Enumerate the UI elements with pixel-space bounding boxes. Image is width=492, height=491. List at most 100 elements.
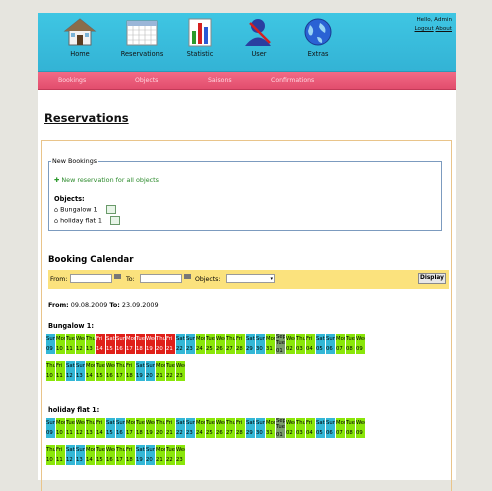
calendar-day-cell[interactable]: Sun 20 [146, 361, 156, 381]
calendar-day-cell[interactable]: Fri 04 [306, 418, 316, 438]
calendar-day-cell[interactable]: Sat 05 [316, 334, 326, 354]
calendar-day-cell[interactable]: Sun 20 [146, 445, 156, 465]
calendar-day-cell[interactable]: Wed12 [76, 418, 86, 438]
calendar-day-cell[interactable]: Sun 09 [46, 334, 56, 354]
calendar-day-cell[interactable]: Sun 16 [116, 418, 126, 438]
nav-reservations[interactable]: Reservations [114, 17, 170, 58]
calendar-day-cell[interactable]: Fri 14 [96, 334, 106, 354]
calendar-day-cell[interactable]: Fri 21 [166, 334, 176, 354]
calendar-day-cell[interactable]: Fri 14 [96, 418, 106, 438]
calendar-day-cell[interactable]: Wed02 [286, 418, 296, 438]
calendar-day-cell[interactable]: Mon21 [156, 361, 166, 381]
calendar-day-cell[interactable]: Sat 15 [106, 418, 116, 438]
calendar-day-cell[interactable]: Wed16 [106, 445, 116, 465]
subnav-confirmations[interactable]: Confirmations [271, 77, 314, 84]
calendar-day-cell[interactable]: Sep Tue 01 [276, 418, 286, 438]
subnav-bookings[interactable]: Bookings [58, 77, 86, 84]
calendar-day-cell[interactable]: Thu 13 [86, 418, 96, 438]
calendar-day-cell[interactable]: Thu 03 [296, 418, 306, 438]
calendar-day-cell[interactable]: Mon21 [156, 445, 166, 465]
calendar-day-cell[interactable]: Sat 19 [136, 445, 146, 465]
about-link[interactable]: About [435, 26, 452, 32]
nav-statistic[interactable]: Statistic [172, 17, 228, 58]
calendar-day-cell[interactable]: Tue 15 [96, 445, 106, 465]
calendar-day-cell[interactable]: Sun 30 [256, 334, 266, 354]
nav-home[interactable]: Home [52, 17, 108, 58]
display-button[interactable]: Display [418, 273, 446, 284]
calendar-day-cell[interactable]: Thu 10 [46, 445, 56, 465]
subnav-saisons[interactable]: Saisons [208, 77, 232, 84]
calendar-day-cell[interactable]: Sun 13 [76, 445, 86, 465]
calendar-day-cell[interactable]: Wed16 [106, 361, 116, 381]
nav-extras[interactable]: Extras [290, 17, 346, 58]
calendar-day-cell[interactable]: Sun 23 [186, 418, 196, 438]
object-item[interactable]: ⌂ holiday flat 1 [54, 216, 120, 225]
calendar-day-cell[interactable]: Mon10 [56, 418, 66, 438]
calendar-day-cell[interactable]: Sat 29 [246, 418, 256, 438]
calendar-day-cell[interactable]: Sat 15 [106, 334, 116, 354]
calendar-day-cell[interactable]: Fri 11 [56, 445, 66, 465]
calendar-day-cell[interactable]: Wed19 [146, 418, 156, 438]
calendar-day-cell[interactable]: Wed23 [176, 361, 186, 381]
calendar-day-cell[interactable]: Sat 22 [176, 418, 186, 438]
calendar-day-cell[interactable]: Sun 16 [116, 334, 126, 354]
calendar-day-cell[interactable]: Tue 18 [136, 418, 146, 438]
calendar-day-cell[interactable]: Wed23 [176, 445, 186, 465]
calendar-day-cell[interactable]: Sat 29 [246, 334, 256, 354]
from-date-input[interactable] [70, 274, 112, 283]
calendar-day-cell[interactable]: Mon10 [56, 334, 66, 354]
calendar-day-cell[interactable]: Thu 20 [156, 334, 166, 354]
calendar-day-cell[interactable]: Sun 23 [186, 334, 196, 354]
calendar-day-cell[interactable]: Wed26 [216, 418, 226, 438]
calendar-day-cell[interactable]: Mon24 [196, 334, 206, 354]
calendar-day-cell[interactable]: Tue 11 [66, 334, 76, 354]
calendar-day-cell[interactable]: Wed26 [216, 334, 226, 354]
calendar-day-cell[interactable]: Tue 11 [66, 418, 76, 438]
calendar-day-cell[interactable]: Sat 12 [66, 445, 76, 465]
calendar-day-cell[interactable]: Mon31 [266, 418, 276, 438]
calendar-day-cell[interactable]: Sun 30 [256, 418, 266, 438]
calendar-day-cell[interactable]: Tue 22 [166, 361, 176, 381]
calendar-day-cell[interactable]: Sun 06 [326, 334, 336, 354]
objects-select[interactable]: ▾ [226, 274, 275, 283]
to-date-input[interactable] [140, 274, 182, 283]
calendar-day-cell[interactable]: Sep Tue 01 [276, 334, 286, 354]
nav-user[interactable]: User [231, 17, 287, 58]
calendar-day-cell[interactable]: Sat 05 [316, 418, 326, 438]
calendar-day-cell[interactable]: Fri 04 [306, 334, 316, 354]
calendar-day-cell[interactable]: Mon07 [336, 418, 346, 438]
calendar-picker-icon[interactable] [114, 274, 121, 279]
calendar-add-icon[interactable] [105, 205, 116, 214]
calendar-picker-icon[interactable] [184, 274, 191, 279]
calendar-day-cell[interactable]: Mon14 [86, 445, 96, 465]
new-reservation-link[interactable]: ✚ New reservation for all objects [54, 176, 159, 184]
calendar-day-cell[interactable]: Mon24 [196, 418, 206, 438]
subnav-objects[interactable]: Objects [135, 77, 158, 84]
calendar-day-cell[interactable]: Mon07 [336, 334, 346, 354]
calendar-day-cell[interactable]: Wed09 [356, 334, 366, 354]
calendar-day-cell[interactable]: Tue 25 [206, 418, 216, 438]
calendar-day-cell[interactable]: Sun 09 [46, 418, 56, 438]
calendar-day-cell[interactable]: Thu 10 [46, 361, 56, 381]
logout-link[interactable]: Logout [415, 26, 434, 32]
calendar-day-cell[interactable]: Mon17 [126, 418, 136, 438]
calendar-day-cell[interactable]: Tue 15 [96, 361, 106, 381]
calendar-day-cell[interactable]: Thu 13 [86, 334, 96, 354]
calendar-day-cell[interactable]: Fri 11 [56, 361, 66, 381]
calendar-day-cell[interactable]: Tue 18 [136, 334, 146, 354]
calendar-day-cell[interactable]: Tue 25 [206, 334, 216, 354]
calendar-day-cell[interactable]: Mon14 [86, 361, 96, 381]
calendar-day-cell[interactable]: Fri 18 [126, 445, 136, 465]
calendar-day-cell[interactable]: Wed02 [286, 334, 296, 354]
calendar-day-cell[interactable]: Sat 12 [66, 361, 76, 381]
calendar-day-cell[interactable]: Wed09 [356, 418, 366, 438]
calendar-day-cell[interactable]: Fri 28 [236, 418, 246, 438]
calendar-day-cell[interactable]: Tue 08 [346, 418, 356, 438]
calendar-day-cell[interactable]: Fri 18 [126, 361, 136, 381]
calendar-add-icon[interactable] [110, 216, 120, 225]
calendar-day-cell[interactable]: Tue 22 [166, 445, 176, 465]
calendar-day-cell[interactable]: Fri 28 [236, 334, 246, 354]
calendar-day-cell[interactable]: Thu 27 [226, 334, 236, 354]
calendar-day-cell[interactable]: Mon31 [266, 334, 276, 354]
calendar-day-cell[interactable]: Thu 20 [156, 418, 166, 438]
